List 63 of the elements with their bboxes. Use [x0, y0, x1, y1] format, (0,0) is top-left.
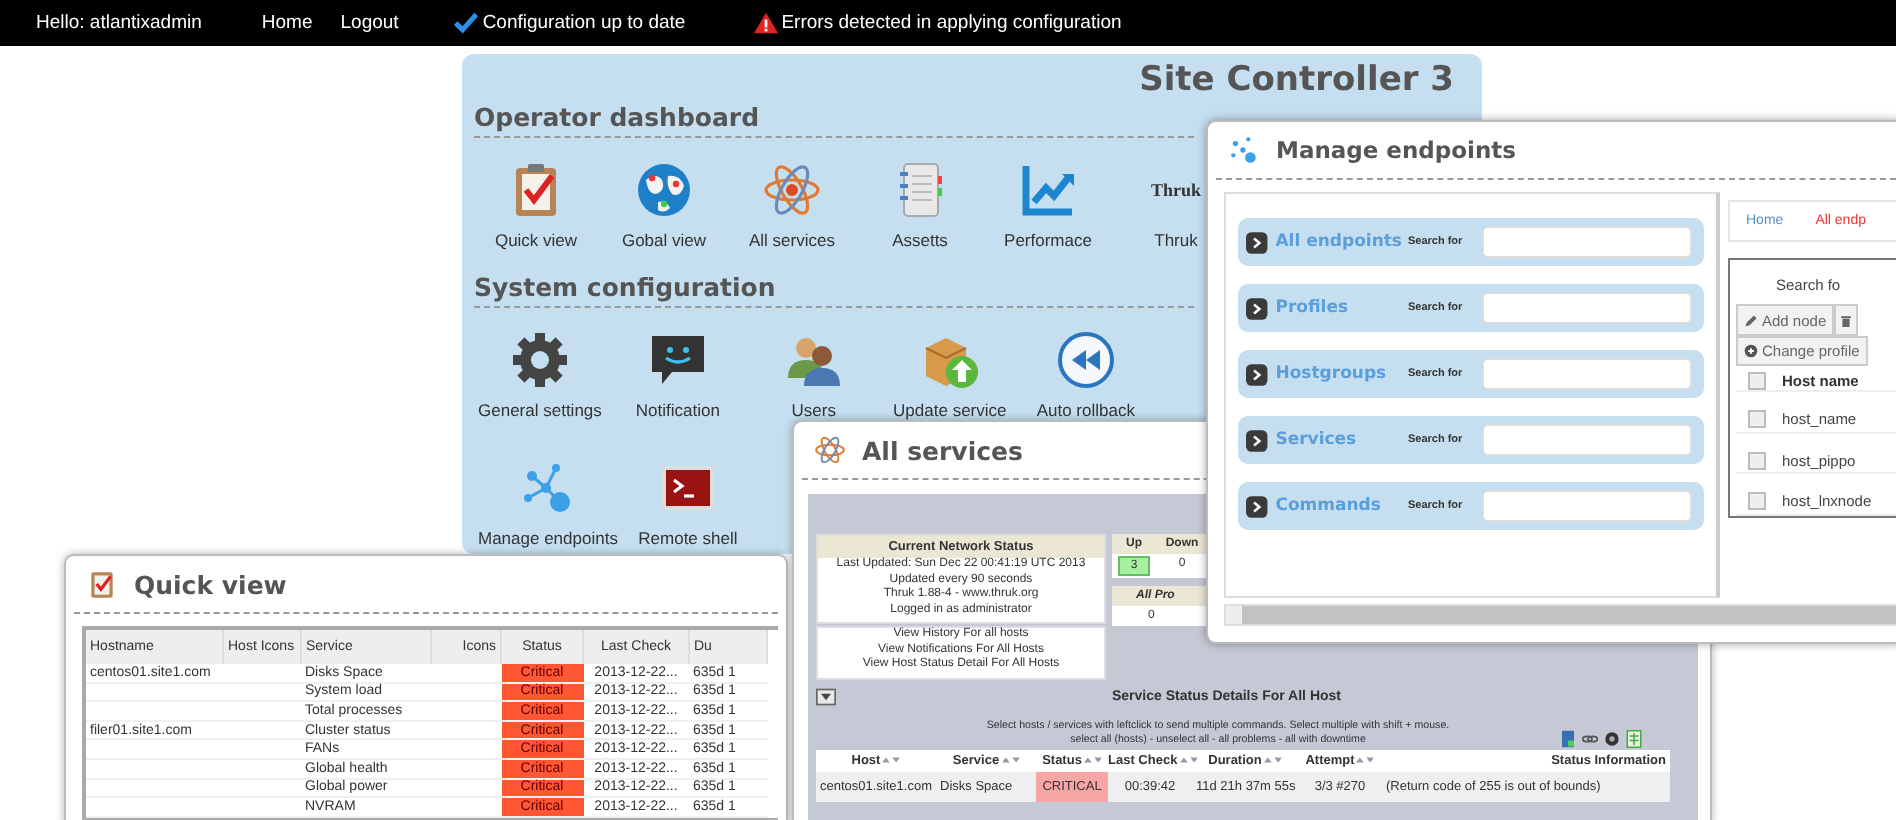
document-icon[interactable] [1560, 729, 1576, 747]
sort-icon[interactable] [882, 755, 901, 763]
checkbox[interactable] [1748, 372, 1766, 391]
dashboard-shortcut[interactable]: Quick view [494, 230, 578, 250]
plus-circle-icon [1744, 344, 1758, 359]
sort-icon[interactable] [1356, 755, 1375, 763]
dashboard-shortcut[interactable]: Manage endpoints [478, 528, 618, 548]
dashboard-shortcut[interactable]: Notification [635, 400, 720, 420]
checkbox[interactable] [1748, 492, 1766, 511]
warning-icon [753, 12, 778, 34]
collapse-icon[interactable] [816, 687, 836, 705]
section-heading: Operator dashboard [474, 100, 1194, 138]
greeting-text: Hello: atlantixadmin [36, 12, 202, 34]
status-text: Configuration up to date [482, 12, 686, 34]
rewind-icon [1055, 330, 1116, 390]
circle-icon[interactable] [1604, 729, 1620, 747]
pencil-icon [1744, 313, 1758, 327]
nav-link[interactable]: Logout [340, 12, 399, 34]
dashboard-shortcut[interactable]: Performace [1004, 230, 1092, 250]
link-icon[interactable] [1582, 729, 1598, 747]
globe-icon [634, 160, 694, 220]
window-title: Manage endpoints [1276, 136, 1517, 164]
chevron-icon[interactable] [1246, 297, 1268, 319]
chevron-icon[interactable] [1246, 495, 1268, 517]
atom-icon [762, 160, 822, 220]
window-title: All services [862, 435, 1023, 465]
sort-icon[interactable] [1001, 755, 1020, 763]
nav-link[interactable]: Home [261, 12, 313, 34]
search-field[interactable] [1482, 226, 1692, 258]
dashboard-shortcut[interactable]: Gobal view [621, 230, 707, 250]
checkbox[interactable] [1748, 451, 1766, 470]
checkbox[interactable] [1748, 409, 1766, 428]
sort-icon[interactable] [1083, 755, 1102, 763]
search-field[interactable] [1482, 358, 1692, 390]
dashboard-shortcut[interactable]: Assetts [892, 230, 948, 250]
dashboard-shortcut[interactable]: General settings [478, 400, 602, 420]
status-text: Errors detected in applying configuration [781, 12, 1122, 34]
horizontal-scrollbar[interactable] [1224, 604, 1896, 626]
chevron-icon[interactable] [1246, 363, 1268, 385]
clipboard-icon [86, 568, 118, 600]
dashboard-shortcut[interactable]: Thruk [1154, 230, 1198, 250]
section-heading: System configuration [474, 270, 1194, 308]
search-field[interactable] [1482, 424, 1692, 456]
sort-icon[interactable] [1179, 755, 1198, 763]
sort-icon[interactable] [1263, 755, 1282, 763]
dashboard-shortcut[interactable]: Update service [893, 400, 1007, 420]
panel-title: Site Controller 3 [1137, 58, 1456, 100]
chevron-icon[interactable] [1246, 231, 1268, 253]
checkmark-icon [454, 12, 479, 34]
window-title: Quick view [134, 569, 287, 599]
thruk-logo: Thruk [1150, 180, 1201, 200]
dashboard-shortcut[interactable]: Auto rollback [1036, 400, 1135, 420]
search-field[interactable] [1482, 292, 1692, 324]
search-field[interactable] [1482, 490, 1692, 522]
trash-icon [1840, 313, 1853, 327]
gear-icon [509, 330, 570, 390]
dashboard-shortcut[interactable]: All services [749, 230, 835, 250]
atom-icon [814, 434, 846, 466]
dashboard-shortcut[interactable]: Users [791, 400, 836, 420]
chevron-icon[interactable] [1246, 429, 1268, 451]
dashboard-shortcut[interactable]: Remote shell [638, 528, 738, 548]
chart-icon [1018, 160, 1078, 220]
delete-button[interactable] [1834, 304, 1859, 336]
